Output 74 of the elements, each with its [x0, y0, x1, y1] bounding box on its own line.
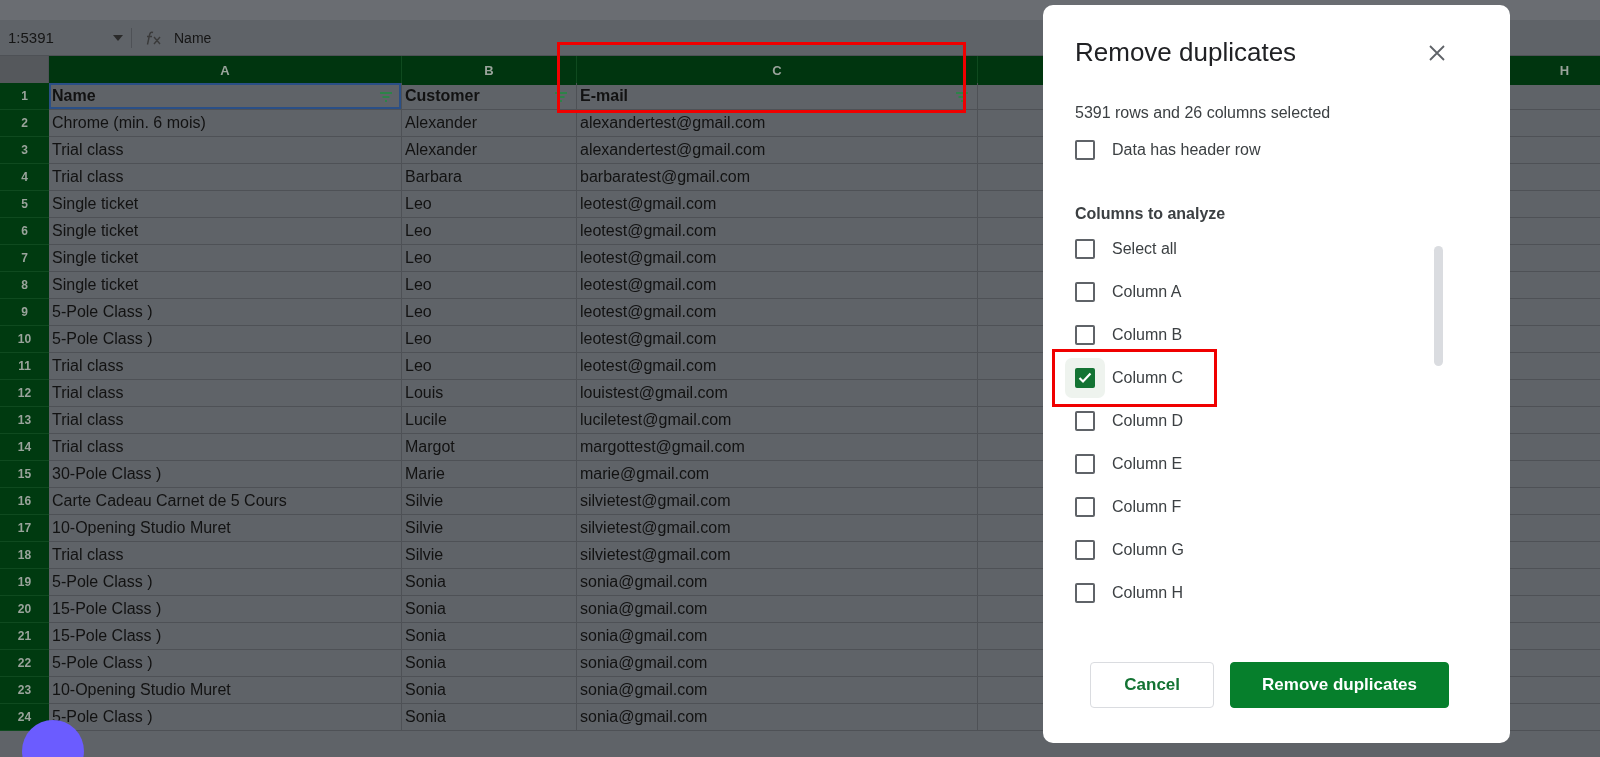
table-cell: Trial class — [49, 353, 402, 380]
table-cell: Carte Cadeau Carnet de 5 Cours — [49, 488, 402, 515]
table-cell: Silvie — [402, 542, 577, 569]
table-cell: Customer — [402, 83, 577, 110]
table-cell: leotest@gmail.com — [577, 299, 978, 326]
table-cell: 10-Opening Studio Muret — [49, 515, 402, 542]
table-cell: marie@gmail.com — [577, 461, 978, 488]
table-cell: leotest@gmail.com — [577, 353, 978, 380]
table-cell: Trial class — [49, 137, 402, 164]
table-cell: Louis — [402, 380, 577, 407]
table-cell: sonia@gmail.com — [577, 650, 978, 677]
table-cell: luciletest@gmail.com — [577, 407, 978, 434]
table-cell: 30-Pole Class ) — [49, 461, 402, 488]
table-cell: silvietest@gmail.com — [577, 488, 978, 515]
table-cell: sonia@gmail.com — [577, 623, 978, 650]
table-cell: Leo — [402, 191, 577, 218]
table-cell: sonia@gmail.com — [577, 596, 978, 623]
table-cell: alexandertest@gmail.com — [577, 137, 978, 164]
table-cell: Leo — [402, 326, 577, 353]
table-cell: Leo — [402, 218, 577, 245]
table-cell: alexandertest@gmail.com — [577, 110, 978, 137]
table-cell: Leo — [402, 353, 577, 380]
table-cell: silvietest@gmail.com — [577, 515, 978, 542]
table-cell: Trial class — [49, 407, 402, 434]
table-cell: Sonia — [402, 596, 577, 623]
table-cell: Trial class — [49, 434, 402, 461]
table-cell: Marie — [402, 461, 577, 488]
table-cell: silvietest@gmail.com — [577, 542, 978, 569]
table-cell: 5-Pole Class ) — [49, 650, 402, 677]
table-cell: Alexander — [402, 137, 577, 164]
table-cell: Single ticket — [49, 191, 402, 218]
dialog-title: Remove duplicates — [1075, 37, 1297, 68]
selection-summary: 5391 rows and 26 columns selected — [1075, 104, 1332, 122]
table-cell: Chrome (min. 6 mois) — [49, 110, 402, 137]
table-cell: 5-Pole Class ) — [49, 326, 402, 353]
table-cell: Lucile — [402, 407, 577, 434]
table-cell: leotest@gmail.com — [577, 245, 978, 272]
table-cell: Margot — [402, 434, 577, 461]
table-cell: Leo — [402, 299, 577, 326]
table-cell: Barbara — [402, 164, 577, 191]
table-cell: sonia@gmail.com — [577, 677, 978, 704]
table-cell: sonia@gmail.com — [577, 704, 978, 731]
table-cell: leotest@gmail.com — [577, 272, 978, 299]
table-cell: leotest@gmail.com — [577, 218, 978, 245]
table-cell: Name — [49, 83, 402, 110]
table-cell: Alexander — [402, 110, 577, 137]
table-cell: Sonia — [402, 677, 577, 704]
table-cell: Sonia — [402, 569, 577, 596]
table-cell: E-mail — [577, 83, 978, 110]
table-cell: 5-Pole Class ) — [49, 569, 402, 596]
table-cell: Sonia — [402, 623, 577, 650]
table-cell: Trial class — [49, 542, 402, 569]
table-cell: Sonia — [402, 650, 577, 677]
table-cell: Silvie — [402, 488, 577, 515]
section-title: Columns to analyze — [1075, 205, 1227, 223]
table-cell: 10-Opening Studio Muret — [49, 677, 402, 704]
table-cell: Sonia — [402, 704, 577, 731]
table-cell: 15-Pole Class ) — [49, 623, 402, 650]
table-cell: sonia@gmail.com — [577, 569, 978, 596]
table-cell: louistest@gmail.com — [577, 380, 978, 407]
table-cell: Silvie — [402, 515, 577, 542]
table-cell: Leo — [402, 272, 577, 299]
table-cell: margottest@gmail.com — [577, 434, 978, 461]
table-cell: Single ticket — [49, 218, 402, 245]
table-cell: Trial class — [49, 380, 402, 407]
table-cell: Single ticket — [49, 245, 402, 272]
table-cell: Trial class — [49, 164, 402, 191]
table-cell: Leo — [402, 245, 577, 272]
table-cell: leotest@gmail.com — [577, 191, 978, 218]
table-cell: 5-Pole Class ) — [49, 299, 402, 326]
table-cell: leotest@gmail.com — [577, 326, 978, 353]
table-cell: 15-Pole Class ) — [49, 596, 402, 623]
table-cell: barbaratest@gmail.com — [577, 164, 978, 191]
table-cell: Single ticket — [49, 272, 402, 299]
